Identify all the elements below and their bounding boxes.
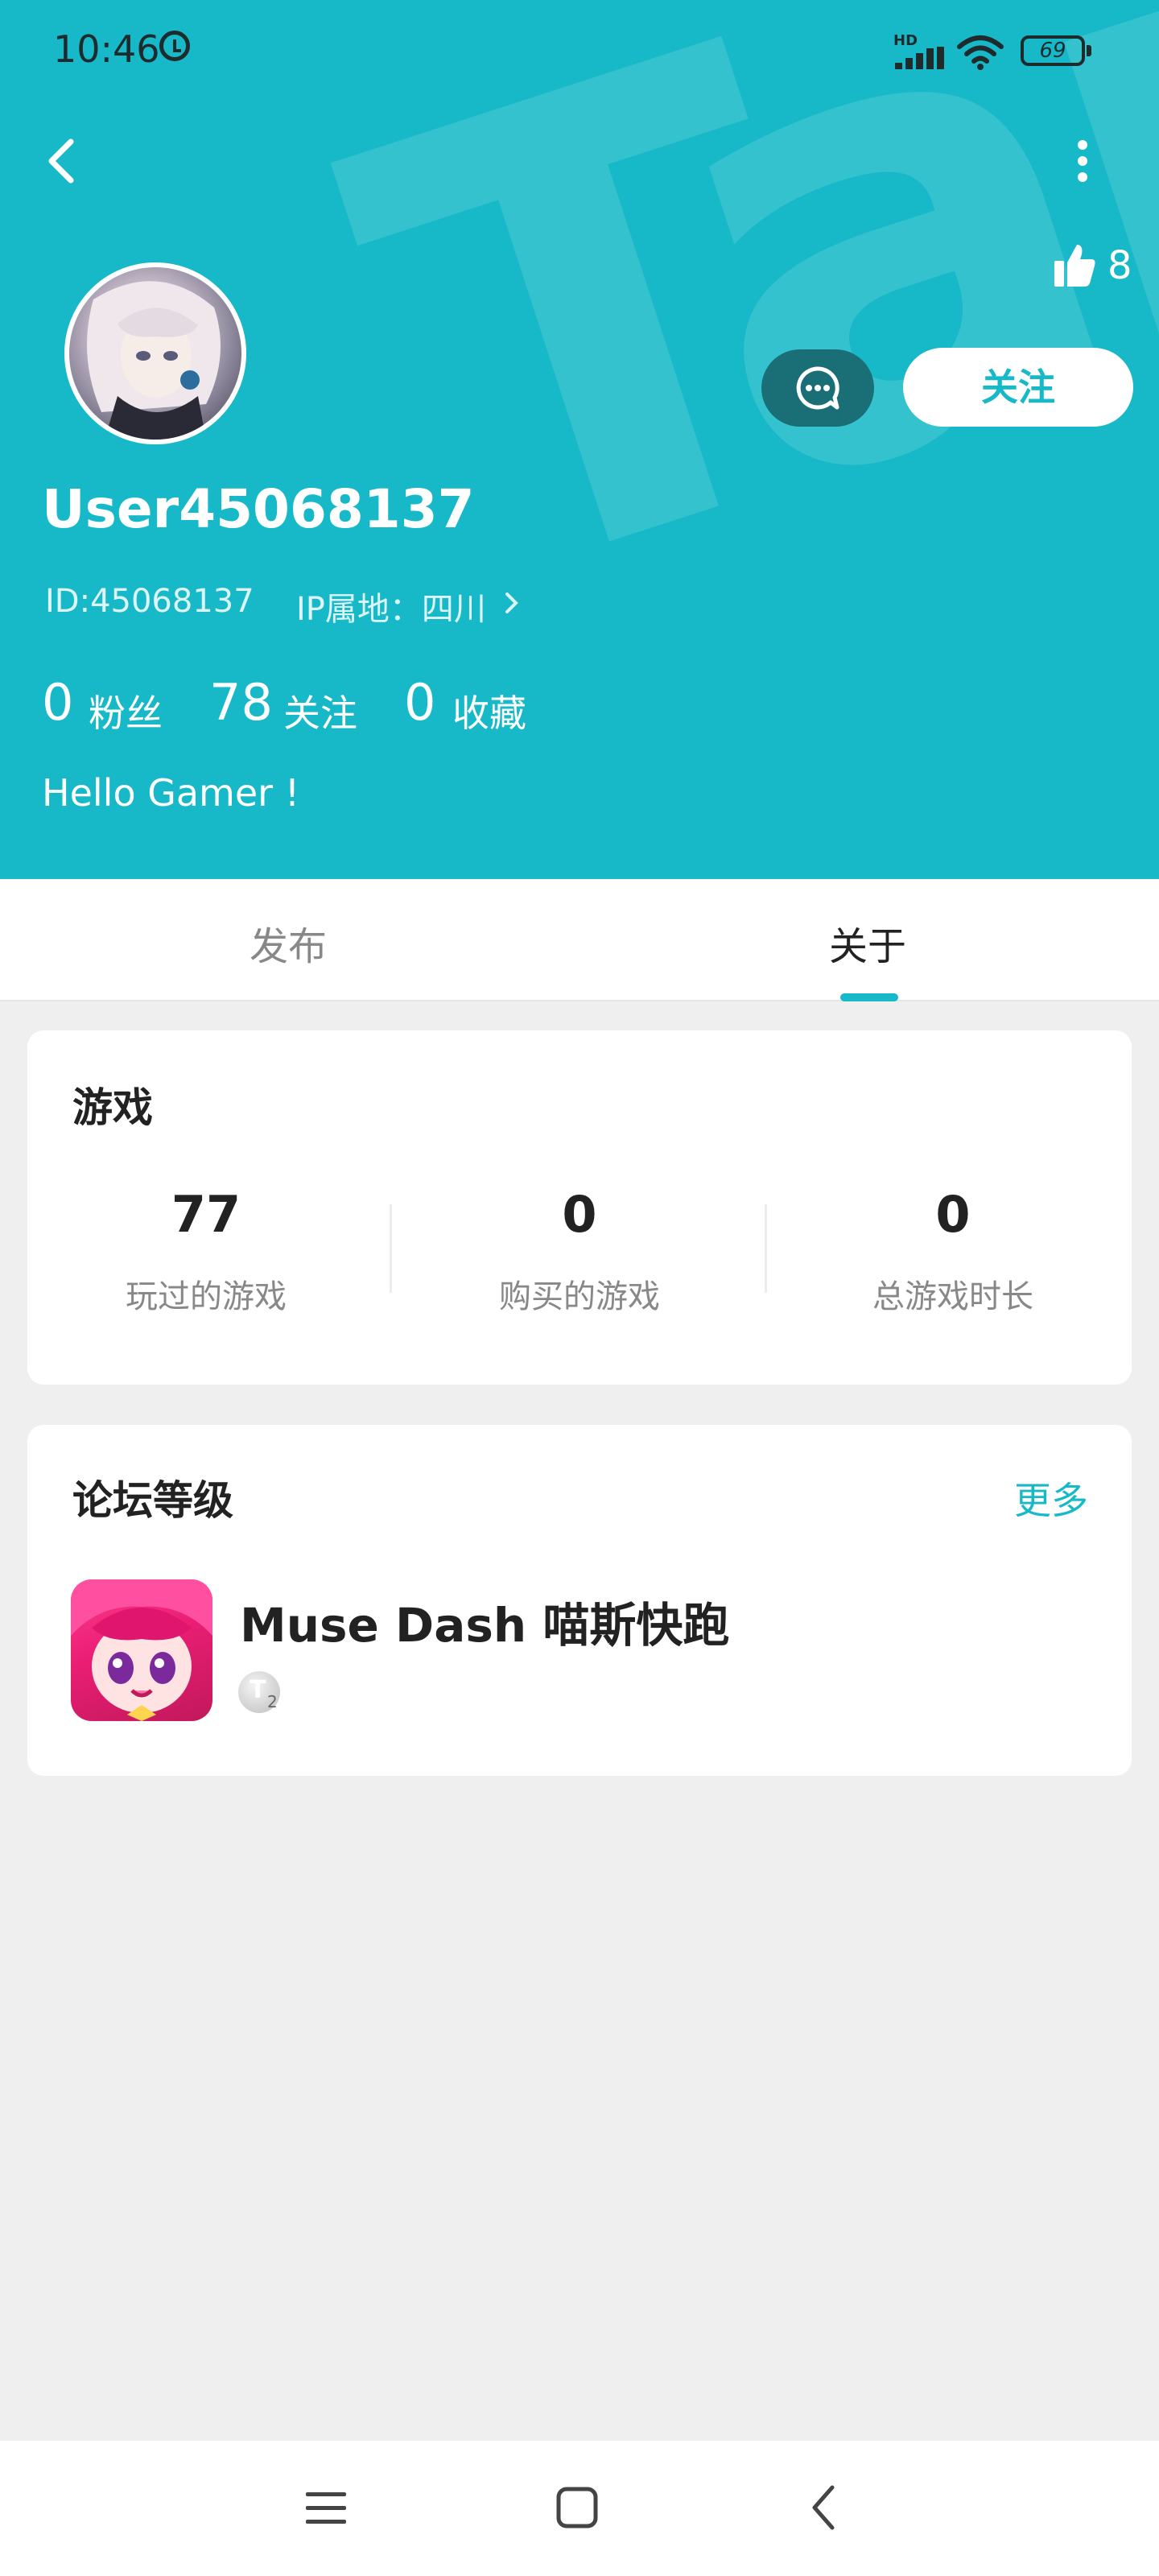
back-nav-icon[interactable] (808, 2483, 840, 2533)
level-badge-number: 2 (267, 1692, 278, 1711)
signal-icon (895, 47, 945, 69)
bio: Hello Gamer ! (42, 771, 300, 815)
forum-game-name[interactable]: Muse Dash 喵斯快跑 (240, 1587, 729, 1655)
wifi-icon (957, 35, 1004, 70)
thumbs-up-icon[interactable] (1053, 242, 1096, 290)
tab-posts[interactable]: 发布 (250, 914, 327, 971)
tab-indicator (840, 993, 898, 1001)
games-card-title: 游戏 (72, 1084, 153, 1131)
username: User45068137 (42, 478, 475, 540)
muse-dash-artwork (71, 1579, 212, 1721)
profile-header: TapTap 10:46 HD 69 8 关注 User45068137 ID:… (0, 0, 1159, 879)
following-count[interactable]: 78 (209, 673, 273, 732)
fans-label[interactable]: 粉丝 (89, 684, 163, 737)
avatar[interactable] (64, 262, 246, 444)
tab-about[interactable]: 关于 (829, 914, 906, 971)
total-playtime-count[interactable]: 0 (808, 1185, 1098, 1244)
tab-bar (0, 879, 1159, 1001)
muse-dash-game-icon[interactable] (71, 1579, 212, 1721)
follow-button[interactable]: 关注 (903, 348, 1133, 427)
played-games-count[interactable]: 77 (61, 1185, 351, 1244)
purchased-games-count[interactable]: 0 (435, 1185, 724, 1244)
forum-level-badge-icon: T 2 (238, 1671, 280, 1713)
fans-count[interactable]: 0 (42, 673, 73, 732)
level-badge-letter: T (250, 1676, 266, 1704)
stat-divider (390, 1204, 392, 1293)
alarm-icon (159, 31, 190, 61)
chevron-right-icon[interactable] (501, 591, 522, 615)
back-arrow-icon[interactable] (39, 129, 87, 193)
battery-tip (1087, 45, 1091, 56)
taptap-watermark: TapTap (290, 0, 1159, 726)
more-link[interactable]: 更多 (1014, 1472, 1088, 1525)
user-id: ID:45068137 (45, 583, 254, 620)
played-games-label[interactable]: 玩过的游戏 (61, 1270, 351, 1317)
avatar-image (87, 281, 221, 440)
forum-card-title: 论坛等级 (72, 1477, 233, 1524)
menu-icon[interactable] (304, 2489, 348, 2528)
home-icon[interactable] (555, 2486, 599, 2529)
likes-count: 8 (1107, 243, 1132, 288)
favorites-count[interactable]: 0 (404, 673, 435, 732)
total-playtime-label[interactable]: 总游戏时长 (808, 1270, 1098, 1317)
ip-location[interactable]: IP属地：四川 (296, 583, 486, 630)
purchased-games-label[interactable]: 购买的游戏 (435, 1270, 724, 1317)
battery-icon: 69 (1021, 35, 1085, 66)
chat-bubble-icon (796, 366, 839, 410)
more-vertical-icon[interactable] (1064, 137, 1101, 185)
following-label[interactable]: 关注 (283, 684, 357, 737)
message-button[interactable] (761, 349, 874, 427)
status-time: 10:46 (53, 27, 160, 71)
stat-divider (765, 1204, 767, 1293)
favorites-label[interactable]: 收藏 (452, 684, 526, 737)
